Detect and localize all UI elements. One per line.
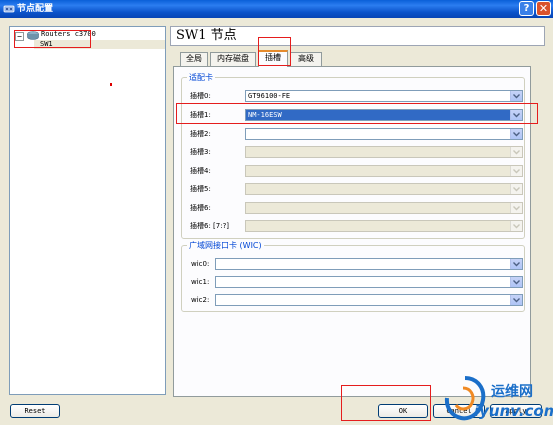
chevron-down-icon[interactable]: [510, 277, 522, 287]
slot0-label: 插槽0:: [190, 92, 211, 100]
chevron-down-icon: [510, 166, 522, 176]
watermark-text: 运维网: [491, 384, 533, 400]
watermark-url: iyunv.com: [474, 402, 553, 420]
slot4-value: [246, 166, 510, 176]
title-bar[interactable]: 节点配置 ? ✕: [0, 0, 553, 18]
wic-group-title: 广域网接口卡 (WIC): [187, 241, 264, 250]
slot7-select: [245, 220, 523, 232]
tab-global[interactable]: 全局: [180, 52, 208, 66]
slot5-select: [245, 183, 523, 195]
chevron-down-icon: [510, 203, 522, 213]
slot4-select: [245, 165, 523, 177]
slot6-value: [246, 203, 510, 213]
slot7-value: [246, 221, 510, 231]
help-button[interactable]: ?: [519, 1, 534, 16]
slot5-label: 插槽5:: [190, 185, 211, 193]
annotation-box-tab: [258, 37, 291, 66]
node-tree[interactable]: − Routers c3700 SW1: [9, 26, 166, 395]
wic0-value: [216, 259, 510, 269]
slot6-select: [245, 202, 523, 214]
page-title: SW1 节点: [176, 28, 237, 43]
reset-button[interactable]: Reset: [10, 404, 60, 418]
slot0-select[interactable]: GT96100-FE: [245, 90, 523, 102]
slot2-value: [246, 129, 510, 139]
slot3-select: [245, 146, 523, 158]
chevron-down-icon: [510, 184, 522, 194]
wic1-value: [216, 277, 510, 287]
tab-memory-disk[interactable]: 内存磁盘: [210, 52, 256, 66]
annotation-box-tree: [14, 30, 91, 48]
chevron-down-icon: [510, 147, 522, 157]
node-header: SW1 节点: [170, 26, 545, 46]
wic0-label: wic0:: [191, 260, 210, 268]
chevron-down-icon[interactable]: [510, 91, 522, 101]
slot0-value: GT96100-FE: [248, 92, 291, 100]
chevron-down-icon: [510, 221, 522, 231]
slot5-value: [246, 184, 510, 194]
annotation-box-slot1: [176, 103, 538, 124]
slot3-value: [246, 147, 510, 157]
slot3-label: 插槽3:: [190, 148, 211, 156]
tab-advanced[interactable]: 高级: [290, 52, 322, 66]
chevron-down-icon[interactable]: [510, 259, 522, 269]
slot2-label: 插槽2:: [190, 130, 211, 138]
adapters-group: 适配卡 插槽0: GT96100-FE 插槽1: NM-16ESW 插槽2: 插…: [181, 73, 525, 239]
wic2-value: [216, 295, 510, 305]
chevron-down-icon[interactable]: [510, 295, 522, 305]
adapters-group-title: 适配卡: [187, 73, 215, 82]
wic0-select[interactable]: [215, 258, 523, 270]
slot2-select[interactable]: [245, 128, 523, 140]
wic-group: 广域网接口卡 (WIC) wic0: wic1: wic2:: [181, 241, 525, 312]
slot6-label: 插槽6:: [190, 204, 211, 212]
chevron-down-icon[interactable]: [510, 129, 522, 139]
wic2-select[interactable]: [215, 294, 523, 306]
wic1-label: wic1:: [191, 278, 210, 286]
wic2-label: wic2:: [191, 296, 210, 304]
wic1-select[interactable]: [215, 276, 523, 288]
window-title: 节点配置: [17, 4, 54, 14]
annotation-dot: [110, 83, 112, 86]
app-icon: [3, 3, 15, 15]
slot7-label: 插槽6: [7:?]: [190, 222, 230, 230]
slot4-label: 插槽4:: [190, 167, 211, 175]
close-button[interactable]: ✕: [536, 1, 551, 16]
annotation-box-ok: [341, 385, 431, 421]
